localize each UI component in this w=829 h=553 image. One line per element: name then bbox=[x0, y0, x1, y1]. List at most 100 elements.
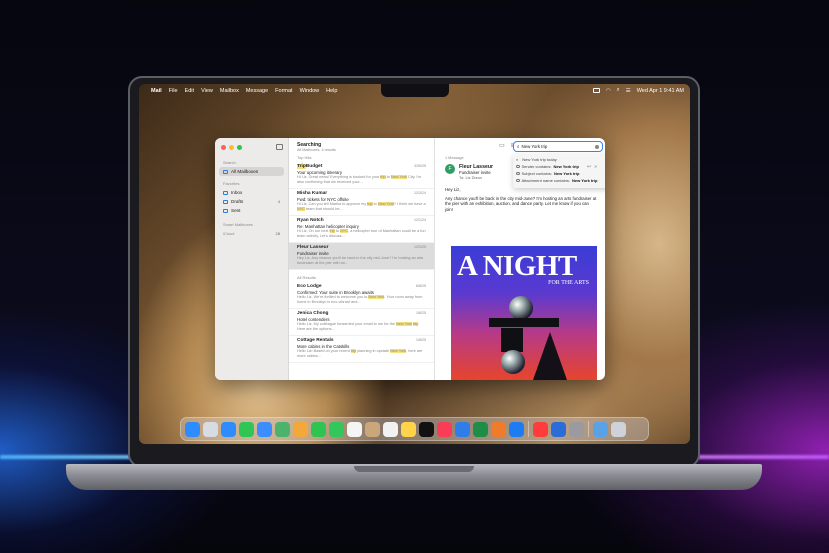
list-header: Searching All Mailboxes, 4 results bbox=[289, 138, 434, 153]
reply-message-icon[interactable]: ↩ bbox=[587, 164, 591, 180]
message-date: 1/8/25 bbox=[416, 311, 426, 315]
message-from: Cottage Rentals bbox=[297, 338, 334, 343]
menu-help[interactable]: Help bbox=[326, 88, 337, 94]
search-icon: ⌕ bbox=[517, 144, 520, 149]
menu-format[interactable]: Format bbox=[275, 88, 292, 94]
drafts-count: 4 bbox=[277, 199, 280, 204]
poster-image: A NIGHT FOR THE ARTS bbox=[451, 246, 597, 380]
menu-edit[interactable]: Edit bbox=[185, 88, 194, 94]
message-actions: ↩ » bbox=[587, 164, 597, 180]
facetime-icon[interactable] bbox=[311, 421, 326, 437]
message-from: Fleur Lasseur bbox=[297, 245, 329, 250]
zoom-window-icon[interactable] bbox=[237, 145, 242, 150]
poster-subtitle: FOR THE ARTS bbox=[548, 280, 589, 286]
finder-icon[interactable] bbox=[185, 421, 200, 437]
menu-view[interactable]: View bbox=[201, 88, 213, 94]
all-results-label: All Results bbox=[297, 275, 316, 280]
mailbox-filter-icon[interactable]: ▭ bbox=[499, 143, 505, 149]
sidebar-item-drafts[interactable]: Drafts 4 bbox=[219, 197, 284, 206]
calendar-icon[interactable] bbox=[347, 421, 362, 437]
menu-message[interactable]: Message bbox=[246, 88, 268, 94]
trash-bin-icon[interactable] bbox=[611, 421, 626, 437]
safari-icon[interactable] bbox=[221, 421, 236, 437]
search-field[interactable]: ⌕ New York trip bbox=[513, 141, 603, 152]
xcode-icon[interactable] bbox=[551, 421, 566, 437]
more-message-icon[interactable]: » bbox=[594, 164, 597, 180]
menu-app[interactable]: Mail bbox=[151, 88, 162, 94]
message-preview: Hey Liz, Any chance you'll be back in th… bbox=[297, 256, 424, 265]
launchpad-icon[interactable] bbox=[203, 421, 218, 437]
message-body: Hey Liz, Any chance you'll be back in th… bbox=[445, 187, 597, 212]
sidebar-item-sent[interactable]: Sent bbox=[219, 206, 284, 215]
contacts-icon[interactable] bbox=[365, 421, 380, 437]
drafts-icon bbox=[223, 199, 228, 204]
sidebar-section-smart-mailboxes[interactable]: Smart Mailboxes bbox=[223, 222, 284, 227]
message-recipient[interactable]: To: Liz Dizon bbox=[459, 175, 493, 180]
message-from: Misha Kumar bbox=[297, 191, 328, 196]
menu-file[interactable]: File bbox=[169, 88, 178, 94]
message-subject-line: Confirmed: Your suite in Brooklyn awaits bbox=[297, 289, 374, 295]
sidebar-item-label: All Mailboxes bbox=[231, 169, 259, 174]
search-input[interactable]: New York trip bbox=[521, 144, 547, 149]
reminders-icon[interactable] bbox=[383, 421, 398, 437]
inbox-icon bbox=[223, 190, 228, 195]
music-icon[interactable] bbox=[437, 421, 452, 437]
list-item[interactable]: Misha Kumar 12/3/24 Fwd: tickets for NYC o… bbox=[289, 189, 434, 216]
list-item[interactable]: TripBudget 3/30/25 Your upcoming itinerary… bbox=[289, 162, 434, 189]
sidebar-item-label: iCloud bbox=[223, 231, 235, 236]
wifi-icon[interactable]: ◠ bbox=[606, 88, 611, 94]
message-subject-line: Hotel contenders bbox=[297, 316, 330, 322]
sidebar-item-all-mailboxes[interactable]: All Mailboxes bbox=[219, 167, 284, 176]
messages-icon[interactable] bbox=[239, 421, 254, 437]
downloads-folder-icon[interactable] bbox=[593, 421, 608, 437]
search-menubar-icon[interactable]: ⌕ bbox=[617, 87, 620, 94]
news-icon[interactable] bbox=[533, 421, 548, 437]
sidebar-item-inbox[interactable]: Inbox bbox=[219, 188, 284, 197]
message-text: Any chance you'll be back in the city mi… bbox=[445, 195, 597, 212]
tv-icon[interactable] bbox=[419, 421, 434, 437]
minimize-window-icon[interactable] bbox=[229, 145, 234, 150]
message-date: 3/30/25 bbox=[414, 164, 426, 168]
photos-icon[interactable] bbox=[293, 421, 308, 437]
dock-separator bbox=[528, 421, 529, 437]
message-count: 1 Message bbox=[445, 156, 464, 160]
message-subject-line: Re: Manhattan helicopter inquiry bbox=[297, 223, 359, 229]
clear-search-icon[interactable] bbox=[595, 144, 599, 149]
menubar-clock[interactable]: Wed Apr 1 9:41 AM bbox=[637, 88, 684, 94]
message-greeting: Hey Liz, bbox=[445, 187, 461, 192]
sidebar-toggle-icon[interactable] bbox=[276, 144, 283, 150]
list-item[interactable]: Eco Lodge 6/8/25 Confirmed: Your suite in … bbox=[289, 282, 434, 309]
message-subject-line: More cabins in the Catskills bbox=[297, 343, 350, 349]
message-preview: Hello Liz, My colleague forwarded your e… bbox=[297, 322, 420, 331]
pages-icon[interactable] bbox=[491, 421, 506, 437]
poster-title: A NIGHT bbox=[457, 250, 577, 282]
list-item[interactable]: Jenica Chong 1/8/25 Hotel contenders Hello … bbox=[289, 309, 434, 336]
message-subject-line: Your upcoming itinerary bbox=[297, 169, 342, 175]
message-from: Jenica Chong bbox=[297, 311, 329, 316]
settings-icon[interactable] bbox=[569, 421, 584, 437]
phone-icon[interactable] bbox=[329, 421, 344, 437]
list-item[interactable]: Ryan Notch 12/1/24 Re: Manhattan helicopte… bbox=[289, 216, 434, 243]
sidebar-section-icloud[interactable]: iCloud 28 bbox=[219, 229, 284, 238]
menu-mailbox[interactable]: Mailbox bbox=[220, 88, 239, 94]
screen: Mail File Edit View Mailbox Message Form… bbox=[139, 84, 690, 444]
list-item[interactable]: Cottage Rentals 1/8/25 More cabins in the … bbox=[289, 336, 434, 363]
message-header: F Fleur Lasseur Fundraiser invite To: Li… bbox=[445, 164, 597, 180]
message-preview: Hi Liz, Great news! Everything is booked… bbox=[297, 175, 422, 184]
maps-icon[interactable] bbox=[275, 421, 290, 437]
message-list: Searching All Mailboxes, 4 results Top H… bbox=[289, 138, 435, 380]
message-date: 1/8/25 bbox=[416, 338, 426, 342]
list-item[interactable]: Fleur Lasseur 1/23/25 Fundraiser invite Hey… bbox=[289, 243, 434, 270]
sidebar: Search All Mailboxes Favorites Inbox Dra… bbox=[215, 138, 289, 380]
menu-window[interactable]: Window bbox=[300, 88, 320, 94]
close-window-icon[interactable] bbox=[221, 145, 226, 150]
battery-icon[interactable] bbox=[592, 88, 600, 93]
control-center-icon[interactable]: ☰ bbox=[626, 88, 631, 94]
keynote-icon[interactable] bbox=[455, 421, 470, 437]
mail-icon[interactable] bbox=[257, 421, 272, 437]
notes-icon[interactable] bbox=[401, 421, 416, 437]
numbers-icon[interactable] bbox=[473, 421, 488, 437]
poster-block bbox=[501, 328, 523, 352]
dock bbox=[180, 417, 649, 441]
app-store-icon[interactable] bbox=[509, 421, 524, 437]
